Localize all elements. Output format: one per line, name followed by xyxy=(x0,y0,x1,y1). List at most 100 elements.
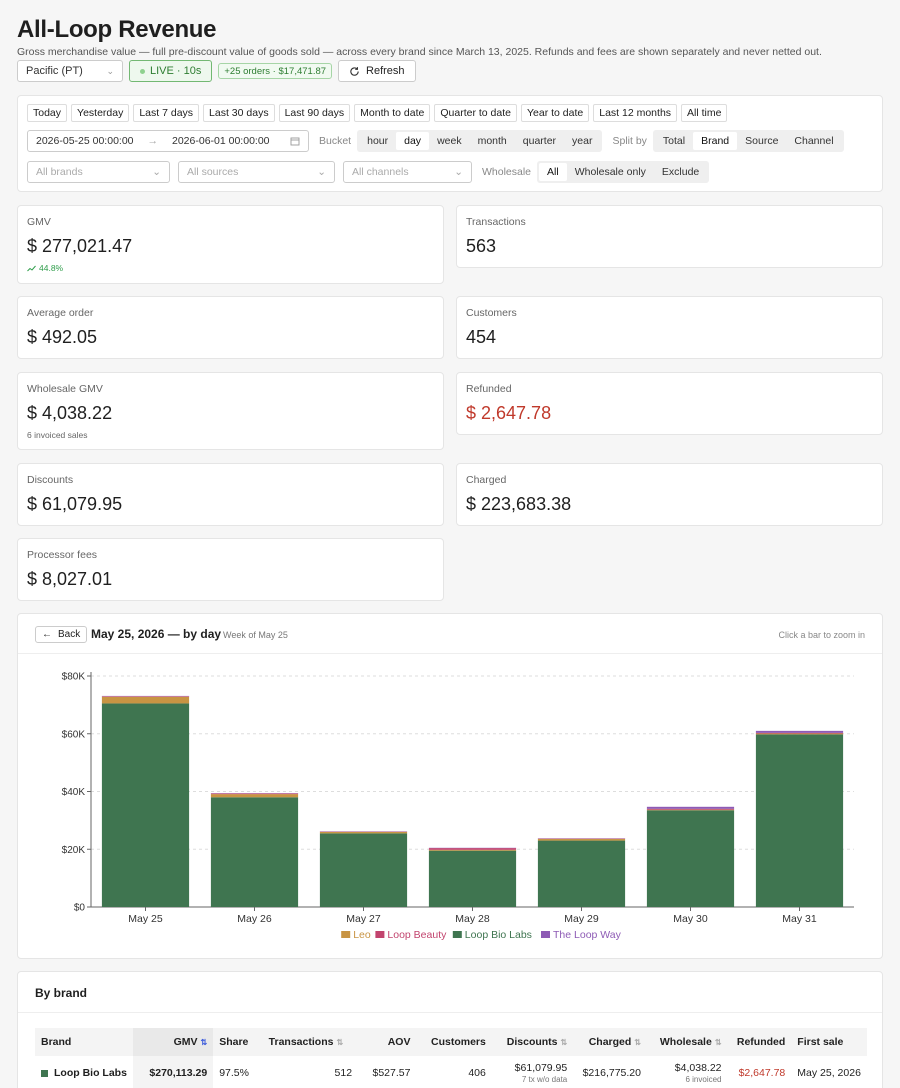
metric-label: Wholesale GMV xyxy=(27,383,103,395)
y-tick-label: $40K xyxy=(62,787,86,798)
col-aov: AOV xyxy=(358,1028,417,1056)
bar-segment[interactable] xyxy=(319,831,408,834)
split-channel[interactable]: Channel xyxy=(786,132,841,150)
bar-segment[interactable] xyxy=(210,797,299,907)
metric-label: Customers xyxy=(466,307,517,319)
chart-hint: Click a bar to zoom in xyxy=(778,630,865,640)
wholesale-only[interactable]: Wholesale only xyxy=(567,163,654,181)
legend-swatch xyxy=(375,931,385,938)
bar-segment[interactable] xyxy=(755,734,844,907)
bucket-month[interactable]: month xyxy=(470,132,515,150)
metric-value: $ 4,038.22 xyxy=(27,403,113,423)
brand-table: Brand GMV ⇅ Share Transactions ⇅ AOV Custo… xyxy=(35,1028,867,1088)
split-source[interactable]: Source xyxy=(737,132,786,150)
bar-segment[interactable] xyxy=(537,838,626,841)
sort-icon[interactable]: ⇅ xyxy=(634,1038,641,1047)
table-row[interactable]: Loop Bio Labs $270,113.29 97.5% 512 $527… xyxy=(35,1056,867,1088)
wholesale-all[interactable]: All xyxy=(539,163,567,181)
bucket-segmented: hour day week month quarter year xyxy=(357,130,603,152)
bar-segment[interactable] xyxy=(755,730,844,733)
chevron-down-icon: ⌄ xyxy=(106,65,114,76)
bar-segment[interactable] xyxy=(428,849,517,851)
bar-segment[interactable] xyxy=(646,810,735,907)
preset-yesterday[interactable]: Yesterday xyxy=(71,104,130,122)
bar-segment[interactable] xyxy=(755,733,844,735)
sources-select[interactable]: All sources ⌄ xyxy=(178,161,335,183)
stacked-bar-chart[interactable]: $0 $20K $40K $60K $80K May 25 May 26 May 27 May … xyxy=(18,654,884,960)
bar-segment[interactable] xyxy=(101,703,190,907)
brand-table-panel: By brand Brand GMV ⇅ Share Transactions ⇅ … xyxy=(17,971,883,1088)
col-charged[interactable]: Charged ⇅ xyxy=(573,1028,647,1056)
preset-quarter-to-date[interactable]: Quarter to date xyxy=(434,104,517,122)
bar-segment[interactable] xyxy=(428,850,517,907)
preset-last-7-days[interactable]: Last 7 days xyxy=(133,104,200,122)
bucket-quarter[interactable]: quarter xyxy=(515,132,564,150)
live-toggle[interactable]: LIVE · 10s xyxy=(129,60,213,82)
date-end[interactable]: 2026-06-01 00:00:00 xyxy=(172,135,270,147)
bar-segment[interactable] xyxy=(428,848,517,850)
bucket-week[interactable]: week xyxy=(429,132,470,150)
col-discounts[interactable]: Discounts ⇅ xyxy=(491,1028,574,1056)
bar-segment[interactable] xyxy=(319,833,408,907)
filters-panel: Today Yesterday Last 7 days Last 30 days… xyxy=(17,95,883,192)
split-brand[interactable]: Brand xyxy=(693,132,738,150)
date-range-input[interactable]: 2026-05-25 00:00:00 → 2026-06-01 00:00:0… xyxy=(27,130,309,152)
cell-share: 97.5% xyxy=(219,1067,249,1079)
wholesale-exclude[interactable]: Exclude xyxy=(654,163,707,181)
bucket-label: Bucket xyxy=(319,135,352,147)
metric-transactions: Transactions 563 xyxy=(456,205,883,268)
preset-last-90-days[interactable]: Last 90 days xyxy=(278,104,351,122)
preset-all-time[interactable]: All time xyxy=(681,104,728,122)
metric-label: GMV xyxy=(27,216,51,228)
chart-header: ← Back May 25, 2026 — by day Week of May… xyxy=(18,614,882,654)
date-start[interactable]: 2026-05-25 00:00:00 xyxy=(36,135,134,147)
sort-icon[interactable]: ⇅ xyxy=(715,1038,722,1047)
bar-segment[interactable] xyxy=(755,732,844,734)
bucket-hour[interactable]: hour xyxy=(359,132,396,150)
brand-name: Loop Bio Labs xyxy=(54,1067,127,1079)
bar-segment[interactable] xyxy=(646,808,735,810)
trend-up-icon xyxy=(27,265,36,271)
sort-icon[interactable]: ⇅ xyxy=(561,1038,568,1047)
col-charged-label: Charged xyxy=(588,1036,632,1048)
bar-segment[interactable] xyxy=(210,794,299,798)
channels-select[interactable]: All channels ⌄ xyxy=(343,161,472,183)
bar-segment[interactable] xyxy=(646,809,735,811)
preset-last-30-days[interactable]: Last 30 days xyxy=(203,104,275,122)
bar-segment[interactable] xyxy=(646,806,735,809)
col-transactions[interactable]: Transactions ⇅ xyxy=(262,1028,359,1056)
chevron-down-icon: ⌄ xyxy=(317,166,326,178)
bar-segment[interactable] xyxy=(210,793,299,795)
cell-brand: Loop Bio Labs xyxy=(35,1056,133,1088)
preset-month-to-date[interactable]: Month to date xyxy=(354,104,431,122)
sort-desc-icon[interactable]: ⇅ xyxy=(201,1038,208,1047)
col-gmv[interactable]: GMV ⇅ xyxy=(132,1028,214,1056)
split-total[interactable]: Total xyxy=(655,132,693,150)
bucket-year[interactable]: year xyxy=(564,132,600,150)
col-wholesale[interactable]: Wholesale ⇅ xyxy=(647,1028,728,1056)
wholesale-segmented: All Wholesale only Exclude xyxy=(537,161,710,183)
bucket-day[interactable]: day xyxy=(396,132,430,150)
x-tick-label: May 29 xyxy=(564,913,599,925)
refresh-button[interactable]: Refresh xyxy=(338,60,416,82)
preset-year-to-date[interactable]: Year to date xyxy=(520,104,590,122)
calendar-icon[interactable] xyxy=(290,136,300,146)
metric-label: Processor fees xyxy=(27,549,98,561)
brands-select[interactable]: All brands ⌄ xyxy=(27,161,170,183)
sort-icon[interactable]: ⇅ xyxy=(336,1038,343,1047)
col-discounts-label: Discounts xyxy=(506,1036,558,1048)
wholesale-label: Wholesale xyxy=(482,166,532,178)
preset-last-12-months[interactable]: Last 12 months xyxy=(593,104,678,122)
bar-segment[interactable] xyxy=(101,696,190,697)
x-tick-label: May 31 xyxy=(782,913,817,925)
timezone-select[interactable]: Pacific (PT) ⌄ xyxy=(17,60,123,82)
back-button[interactable]: ← Back xyxy=(35,626,88,643)
bar-segment[interactable] xyxy=(537,840,626,907)
metric-value: $ 2,647.78 xyxy=(466,403,552,423)
legend-label: Leo xyxy=(353,929,371,941)
y-tick-label: $60K xyxy=(62,729,86,740)
bar-segment[interactable] xyxy=(101,696,190,704)
chevron-down-icon: ⌄ xyxy=(152,166,161,178)
cell-transactions: 512 xyxy=(334,1067,353,1079)
preset-today[interactable]: Today xyxy=(27,104,68,122)
